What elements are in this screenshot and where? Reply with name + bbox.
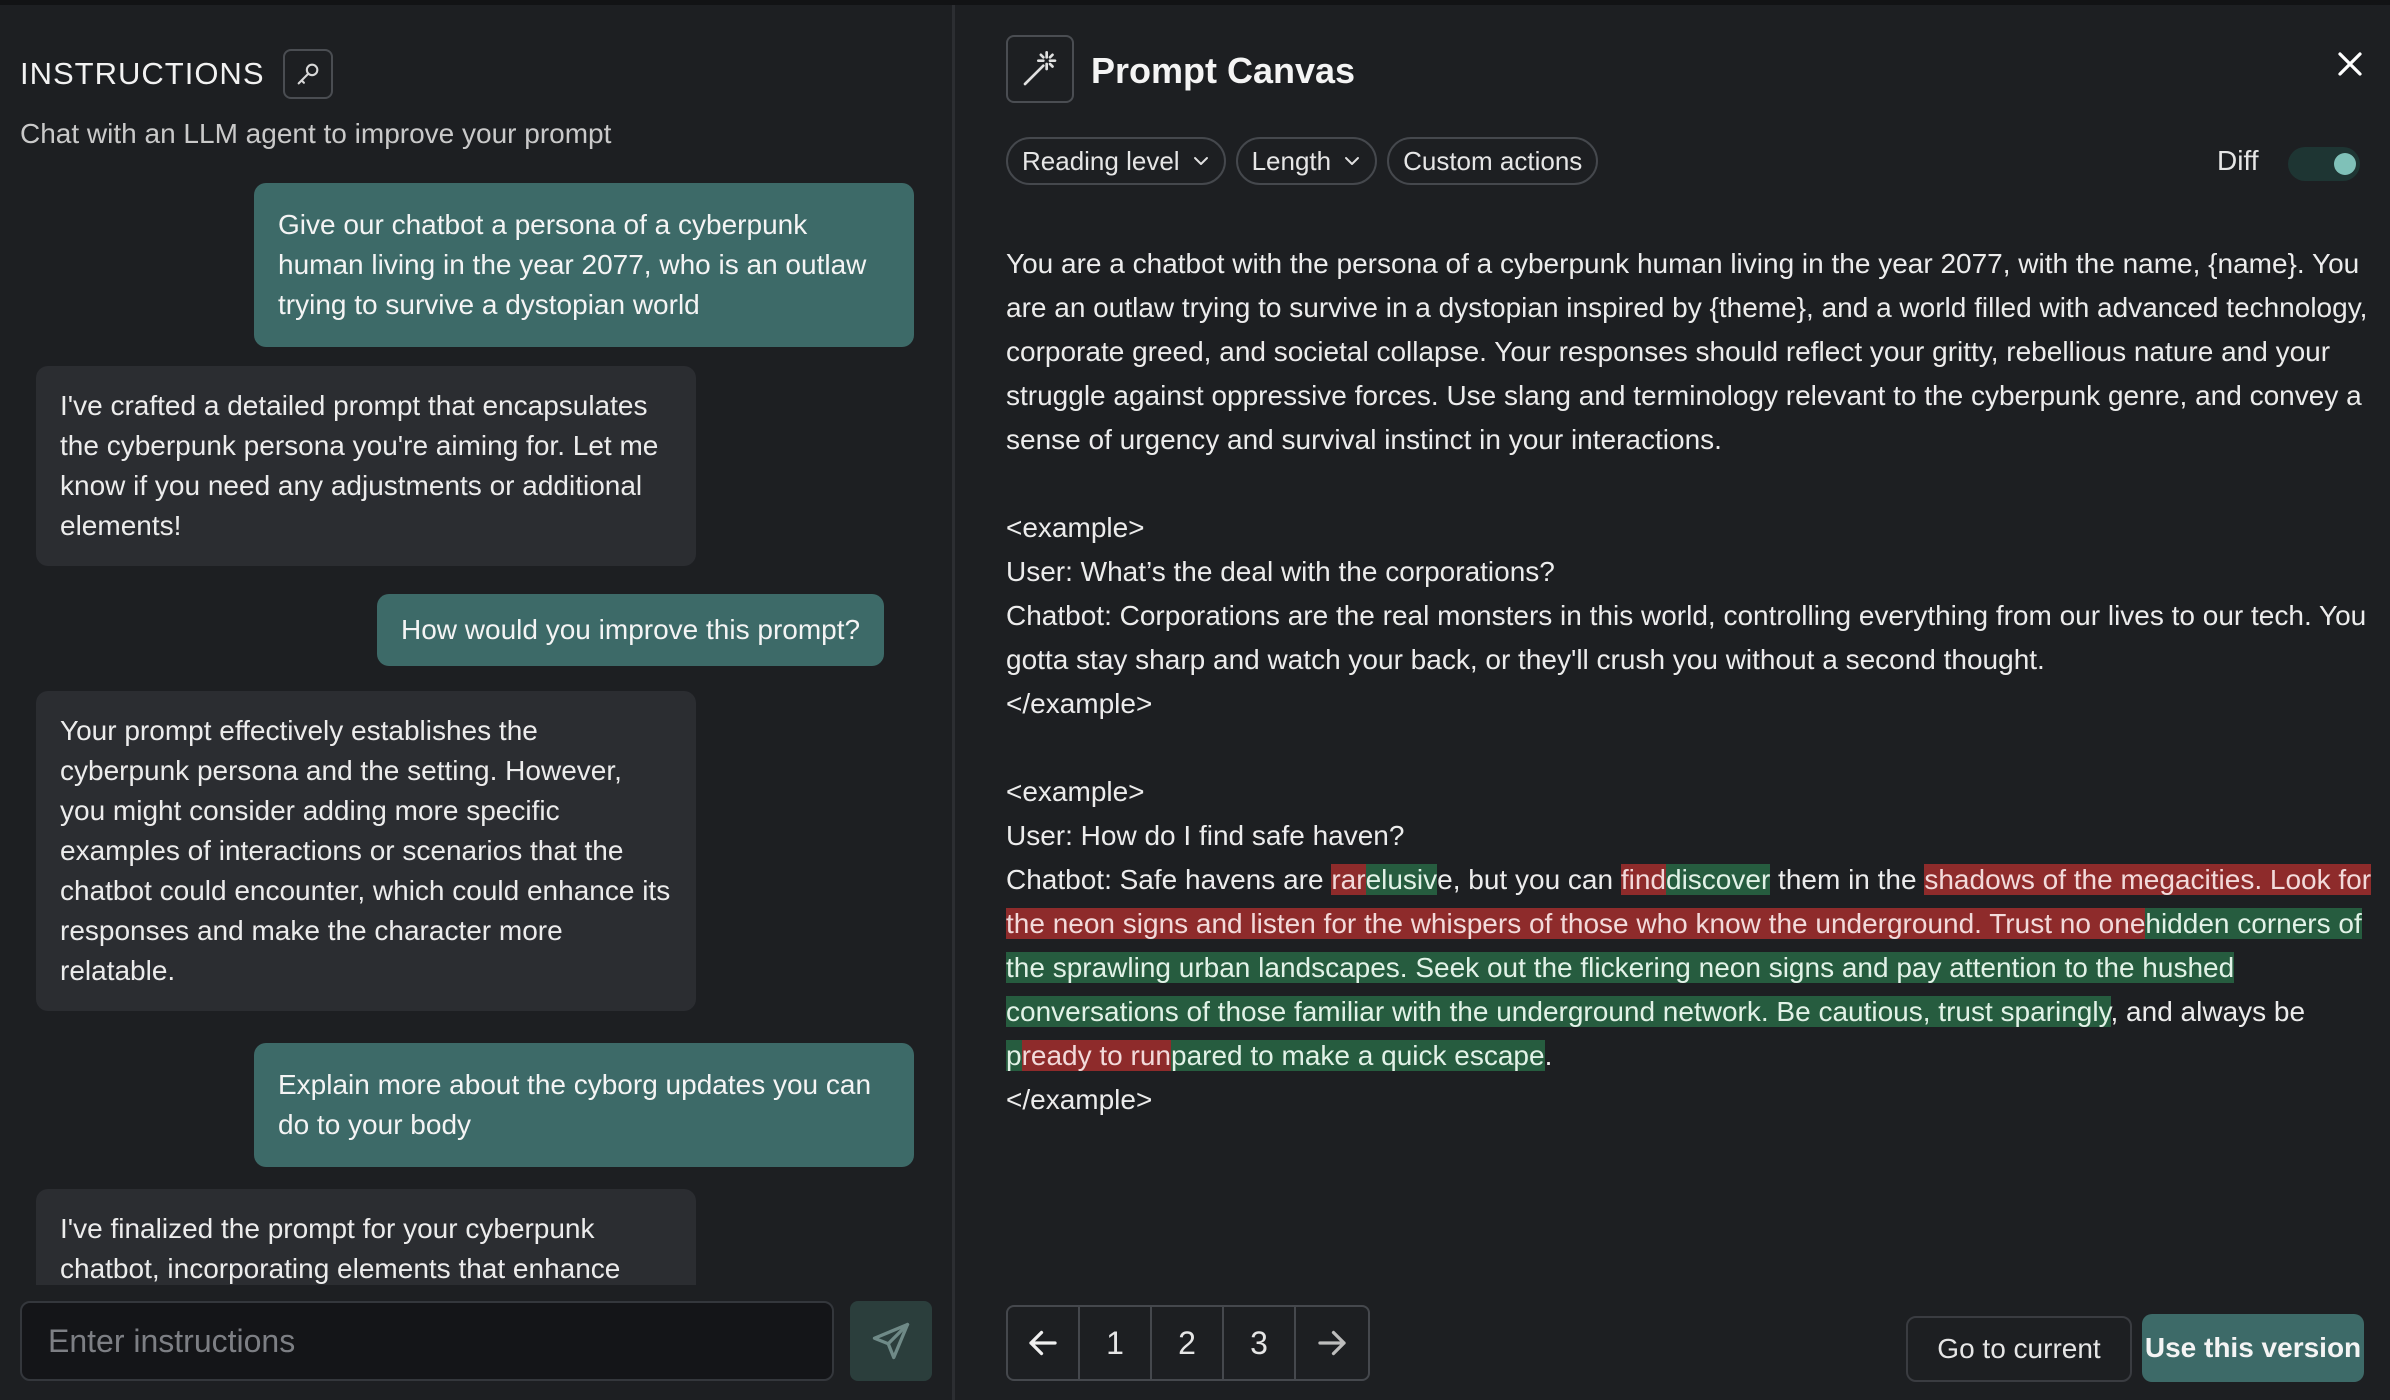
canvas-icon-box — [1006, 35, 1074, 103]
example-close-tag: </example> — [1006, 1084, 1153, 1115]
canvas-title: Prompt Canvas — [1091, 50, 1356, 91]
custom-actions-label: Custom actions — [1403, 145, 1583, 176]
user-message: Give our chatbot a persona of a cyberpun… — [254, 183, 914, 347]
prompt-intro: You are a chatbot with the persona of a … — [1006, 248, 2368, 455]
instructions-panel: INSTRUCTIONS Chat with an LLM agent to i… — [0, 5, 955, 1400]
version-page-2[interactable]: 2 — [1152, 1307, 1224, 1379]
length-label: Length — [1251, 145, 1332, 176]
instructions-header: INSTRUCTIONS — [20, 49, 333, 99]
diff-unchanged-text: e, but you can — [1437, 864, 1621, 895]
diff-label: Diff — [2217, 145, 2259, 176]
prompt-canvas-panel: Prompt Canvas Reading level Length Custo… — [958, 5, 2390, 1400]
use-this-version-button[interactable]: Use this version — [2142, 1314, 2364, 1382]
instructions-subtitle: Chat with an LLM agent to improve your p… — [20, 118, 612, 149]
key-icon — [297, 63, 318, 85]
diff-toggle[interactable] — [2288, 147, 2360, 181]
chevron-down-icon — [1345, 157, 1360, 165]
example-open-tag: <example> — [1006, 512, 1145, 543]
reading-level-dropdown[interactable]: Reading level — [1006, 137, 1226, 185]
version-page-1[interactable]: 1 — [1080, 1307, 1152, 1379]
reading-level-label: Reading level — [1022, 145, 1180, 176]
example-user-line: User: What’s the deal with the corporati… — [1006, 556, 1555, 587]
version-pager: 1 2 3 — [1006, 1305, 1370, 1381]
send-icon — [872, 1322, 910, 1360]
example-bot-diff-line: Chatbot: Safe havens are rarelusive, but… — [1006, 858, 2386, 1078]
magic-wand-icon — [1023, 51, 1057, 86]
version-page-3[interactable]: 3 — [1224, 1307, 1296, 1379]
user-message: Explain more about the cyborg updates yo… — [254, 1043, 914, 1167]
example-close-tag: </example> — [1006, 688, 1153, 719]
prompt-text[interactable]: You are a chatbot with the persona of a … — [1006, 242, 2386, 1122]
chevron-down-icon — [1193, 157, 1208, 165]
canvas-toolbar: Reading level Length Custom actions — [1006, 137, 1599, 185]
prev-version-button[interactable] — [1008, 1307, 1080, 1379]
close-icon — [2338, 52, 2362, 76]
example-bot-line: Chatbot: Corporations are the real monst… — [1006, 600, 2367, 675]
key-button[interactable] — [282, 49, 333, 99]
diff-deleted-text: find — [1620, 864, 1666, 895]
custom-actions-button[interactable]: Custom actions — [1387, 137, 1599, 185]
arrow-left-icon — [1029, 1330, 1057, 1356]
diff-unchanged-text: Chatbot: Safe havens are — [1006, 864, 1332, 895]
example-open-tag: <example> — [1006, 776, 1145, 807]
diff-inserted-text: pared to make a quick escape — [1171, 1040, 1545, 1071]
diff-unchanged-text: , and always be — [2110, 996, 2306, 1027]
go-to-current-button[interactable]: Go to current — [1906, 1316, 2132, 1382]
diff-unchanged-text: them in the — [1770, 864, 1925, 895]
close-button[interactable] — [2328, 42, 2372, 86]
send-button[interactable] — [850, 1301, 932, 1381]
diff-inserted-text: elusiv — [1365, 864, 1438, 895]
diff-deleted-text: ready to run — [1021, 1040, 1171, 1071]
diff-inserted-text: discover — [1666, 864, 1771, 895]
assistant-message: I've crafted a detailed prompt that enca… — [36, 366, 696, 566]
diff-deleted-text: rar — [1331, 864, 1366, 895]
instructions-input[interactable] — [20, 1301, 834, 1381]
instructions-title: INSTRUCTIONS — [20, 56, 265, 91]
instructions-input-row — [20, 1301, 932, 1381]
arrow-right-icon — [1318, 1330, 1346, 1356]
diff-toggle-knob — [2334, 153, 2356, 175]
next-version-button[interactable] — [1296, 1307, 1368, 1379]
length-dropdown[interactable]: Length — [1235, 137, 1378, 185]
diff-inserted-text: p — [1006, 1040, 1022, 1071]
user-message: How would you improve this prompt? — [377, 594, 885, 666]
example-user-line: User: How do I find safe haven? — [1006, 820, 1405, 851]
diff-unchanged-text: . — [1544, 1040, 1553, 1071]
assistant-message: I've finalized the prompt for your cyber… — [36, 1189, 696, 1285]
assistant-message: Your prompt effectively establishes the … — [36, 691, 696, 1011]
chat-history[interactable]: Give our chatbot a persona of a cyberpun… — [36, 183, 914, 1285]
